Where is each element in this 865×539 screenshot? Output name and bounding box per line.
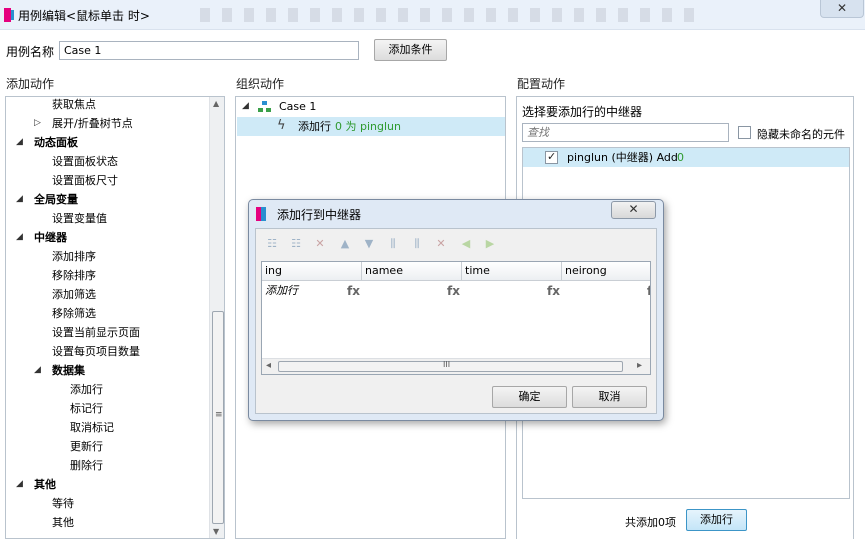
dialog-logo-accent bbox=[261, 207, 266, 221]
column-header-neirong[interactable]: neirong bbox=[562, 262, 650, 281]
configure-action-title: 配置动作 bbox=[517, 77, 566, 91]
tree-action-item[interactable]: 设置面板状态 bbox=[52, 152, 118, 171]
added-count-label: 共添加0项 bbox=[625, 516, 676, 529]
fx-icon[interactable]: f bbox=[647, 281, 650, 301]
tree-action-item[interactable]: 更新行 bbox=[70, 437, 103, 456]
insert-column-right-icon[interactable]: ⫼ bbox=[410, 238, 424, 250]
move-left-icon[interactable]: ◀ bbox=[459, 238, 473, 250]
grid-cell-ing[interactable]: 添加行 bbox=[265, 281, 298, 301]
tree-action-item[interactable]: 添加行 bbox=[70, 380, 103, 399]
add-condition-button[interactable]: 添加条件 bbox=[374, 39, 447, 61]
organize-action-title: 组织动作 bbox=[236, 77, 285, 91]
tree-action-item[interactable]: 其他 bbox=[52, 513, 74, 532]
scroll-grip-icon: III bbox=[443, 360, 451, 369]
grid-scroll-thumb[interactable]: III bbox=[278, 360, 623, 372]
delete-column-icon[interactable]: ✕ bbox=[434, 238, 448, 250]
tree-group[interactable]: 中继器 bbox=[34, 228, 67, 247]
repeater-data-grid: ing namee time neirong 添加行 fx fx fx f ◂ … bbox=[261, 261, 651, 375]
ok-button[interactable]: 确定 bbox=[492, 386, 567, 408]
tree-toggle-icon[interactable]: ◢ bbox=[16, 475, 23, 494]
tree-action-item[interactable]: 设置变量值 bbox=[52, 209, 107, 228]
window-close-button[interactable]: ✕ bbox=[820, 0, 864, 18]
move-up-icon[interactable]: ▲ bbox=[338, 238, 352, 250]
repeater-checkbox[interactable] bbox=[545, 150, 558, 164]
dialog-content: ☷ ☷ ✕ ▲ ▼ ⫼ ⫼ ✕ ◀ ▶ ing namee time neiro… bbox=[255, 228, 657, 414]
case-toggle-icon[interactable]: ◢ bbox=[242, 97, 249, 116]
repeater-count: 0 bbox=[677, 151, 684, 164]
tree-toggle-icon[interactable]: ▷ bbox=[34, 114, 41, 133]
case-name-input[interactable]: Case 1 bbox=[59, 41, 359, 60]
scroll-up-arrow-icon[interactable]: ▲ bbox=[213, 99, 219, 108]
add-row-button[interactable]: 添加行 bbox=[686, 509, 747, 531]
add-row-dialog: 添加行到中继器 ✕ ☷ ☷ ✕ ▲ ▼ ⫼ ⫼ ✕ ◀ ▶ ing namee … bbox=[248, 199, 664, 421]
tree-action-item[interactable]: 获取焦点 bbox=[52, 97, 96, 114]
action-tree-scrollbar[interactable]: ▲ ≡ ▼ bbox=[209, 97, 224, 538]
dialog-title: 添加行到中继器 bbox=[277, 208, 362, 222]
action-tree-panel: 获取焦点 ▷ 展开/折叠树节点 ◢ 动态面板 设置面板状态 设置面板尺寸 ◢ 全局变量 设置变量值… bbox=[5, 96, 225, 539]
tree-action-item[interactable]: 设置每页项目数量 bbox=[52, 342, 140, 361]
insert-row-below-icon[interactable]: ☷ bbox=[289, 238, 303, 250]
repeater-list-item[interactable]: pinglun (中继器) Add 0 bbox=[523, 148, 849, 167]
scroll-thumb[interactable]: ≡ bbox=[212, 311, 224, 524]
tree-action-item[interactable]: 移除筛选 bbox=[52, 304, 96, 323]
tree-group[interactable]: 其他 bbox=[34, 475, 56, 494]
window-title: 用例编辑<鼠标单击 时> bbox=[18, 9, 150, 23]
tree-toggle-icon[interactable]: ◢ bbox=[16, 228, 23, 247]
fx-icon[interactable]: fx bbox=[347, 281, 360, 301]
dialog-close-button[interactable]: ✕ bbox=[611, 201, 656, 219]
app-logo-accent bbox=[11, 10, 14, 20]
scroll-left-arrow-icon[interactable]: ◂ bbox=[266, 360, 271, 371]
tree-action-item[interactable]: 删除行 bbox=[70, 456, 103, 475]
tree-action-item[interactable]: 设置面板尺寸 bbox=[52, 171, 118, 190]
tree-action-item[interactable]: 添加筛选 bbox=[52, 285, 96, 304]
hide-unnamed-label: 隐藏未命名的元件 bbox=[757, 128, 845, 141]
move-down-icon[interactable]: ▼ bbox=[362, 238, 376, 250]
tree-group[interactable]: 数据集 bbox=[52, 361, 85, 380]
tree-group[interactable]: 动态面板 bbox=[34, 133, 78, 152]
column-header-namee[interactable]: namee bbox=[362, 262, 462, 281]
fx-icon[interactable]: fx bbox=[447, 281, 460, 301]
move-right-icon[interactable]: ▶ bbox=[483, 238, 497, 250]
app-logo-icon bbox=[4, 8, 11, 22]
tree-action-item[interactable]: 标记行 bbox=[70, 399, 103, 418]
lightning-icon: ϟ bbox=[277, 118, 286, 133]
scroll-grip-icon: ≡ bbox=[215, 410, 223, 420]
hide-unnamed-checkbox[interactable] bbox=[738, 126, 751, 139]
tree-group[interactable]: 全局变量 bbox=[34, 190, 78, 209]
tree-action-item[interactable]: 移除排序 bbox=[52, 266, 96, 285]
column-header-time[interactable]: time bbox=[462, 262, 562, 281]
action-row-prefix: 添加行 bbox=[298, 120, 331, 133]
fx-icon[interactable]: fx bbox=[547, 281, 560, 301]
tree-toggle-icon[interactable]: ◢ bbox=[34, 361, 41, 380]
tree-action-item[interactable]: 等待 bbox=[52, 494, 74, 513]
insert-row-above-icon[interactable]: ☷ bbox=[265, 238, 279, 250]
background-toolbar bbox=[200, 8, 700, 22]
scroll-down-arrow-icon[interactable]: ▼ bbox=[213, 527, 219, 536]
tree-action-item[interactable]: 添加排序 bbox=[52, 247, 96, 266]
case-name-label: 用例名称 bbox=[6, 45, 55, 59]
cancel-button[interactable]: 取消 bbox=[572, 386, 647, 408]
case-tree-icon bbox=[258, 101, 271, 113]
tree-toggle-icon[interactable]: ◢ bbox=[16, 133, 23, 152]
column-header-ing[interactable]: ing bbox=[262, 262, 362, 281]
insert-column-left-icon[interactable]: ⫼ bbox=[386, 238, 400, 250]
tree-action-item[interactable]: 设置当前显示页面 bbox=[52, 323, 140, 342]
tree-action-item[interactable]: 取消标记 bbox=[70, 418, 114, 437]
scroll-right-arrow-icon[interactable]: ▸ bbox=[637, 360, 642, 371]
action-row-detail: 0 为 pinglun bbox=[335, 120, 401, 133]
action-row-selected[interactable]: ϟ 添加行 0 为 pinglun bbox=[237, 117, 505, 136]
grid-horizontal-scrollbar[interactable]: ◂ III ▸ bbox=[262, 358, 650, 374]
tree-action-item[interactable]: 展开/折叠树节点 bbox=[52, 114, 133, 133]
case-node[interactable]: Case 1 bbox=[279, 97, 316, 116]
repeater-search-input[interactable] bbox=[522, 123, 729, 142]
add-action-title: 添加动作 bbox=[6, 77, 55, 91]
tree-toggle-icon[interactable]: ◢ bbox=[16, 190, 23, 209]
repeater-name: pinglun (中继器) Add bbox=[567, 151, 678, 164]
choose-repeater-label: 选择要添加行的中继器 bbox=[522, 105, 643, 119]
delete-row-icon[interactable]: ✕ bbox=[313, 238, 327, 250]
